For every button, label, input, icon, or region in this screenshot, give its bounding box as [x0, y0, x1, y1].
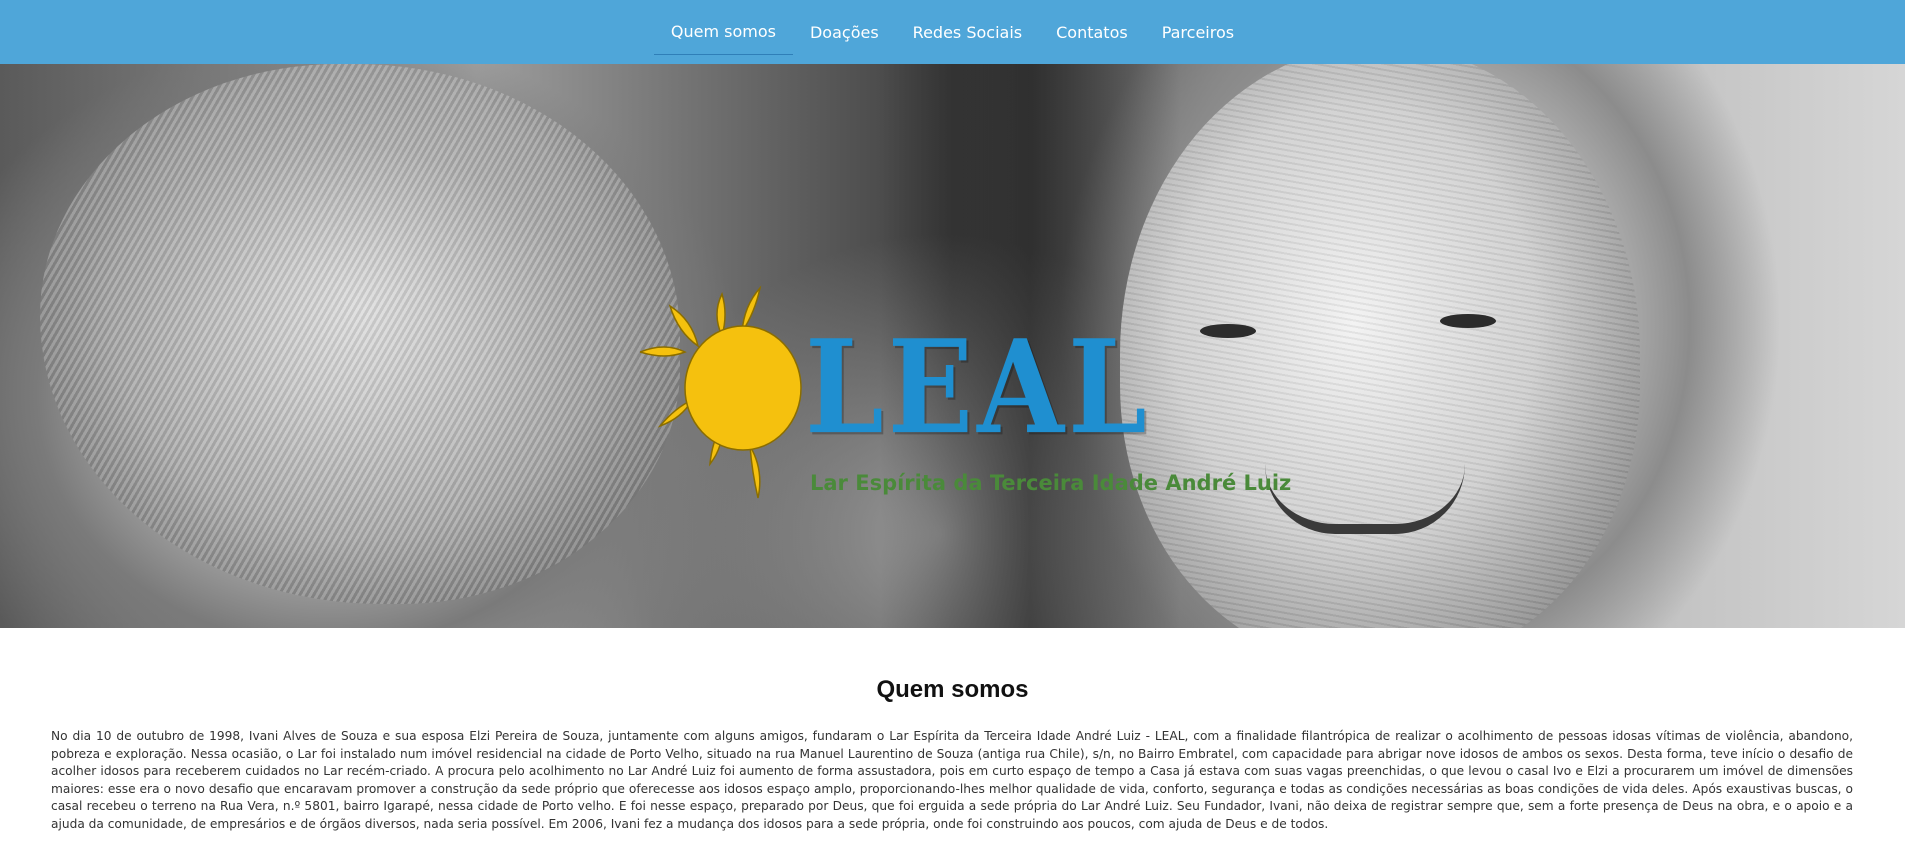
nav-item-contatos[interactable]: Contatos [1039, 9, 1145, 55]
nav-item-quem-somos[interactable]: Quem somos [653, 9, 793, 55]
nav-item-parceiros[interactable]: Parceiros [1145, 9, 1251, 55]
logo-subtitle: Lar Espírita da Terceira Idade André Lui… [810, 471, 1292, 495]
nav-item-redes-sociais[interactable]: Redes Sociais [896, 9, 1039, 55]
hero-banner: LEAL Lar Espírita da Terceira Idade Andr… [0, 64, 1905, 628]
about-paragraph: No dia 10 de outubro de 1998, Ivani Alve… [51, 729, 1853, 831]
hero-photo-left-person [40, 64, 680, 604]
hero-photo-eye [1440, 314, 1496, 328]
logo-wordmark: LEAL [805, 312, 1151, 464]
nav-item-doacoes[interactable]: Doações [793, 9, 896, 55]
top-navbar: Quem somos Doações Redes Sociais Contato… [0, 0, 1905, 64]
page-title: Quem somos [876, 676, 1029, 703]
leal-logo: LEAL Lar Espírita da Terceira Idade Andr… [640, 284, 1291, 524]
nav-menu: Quem somos Doações Redes Sociais Contato… [0, 0, 1905, 64]
